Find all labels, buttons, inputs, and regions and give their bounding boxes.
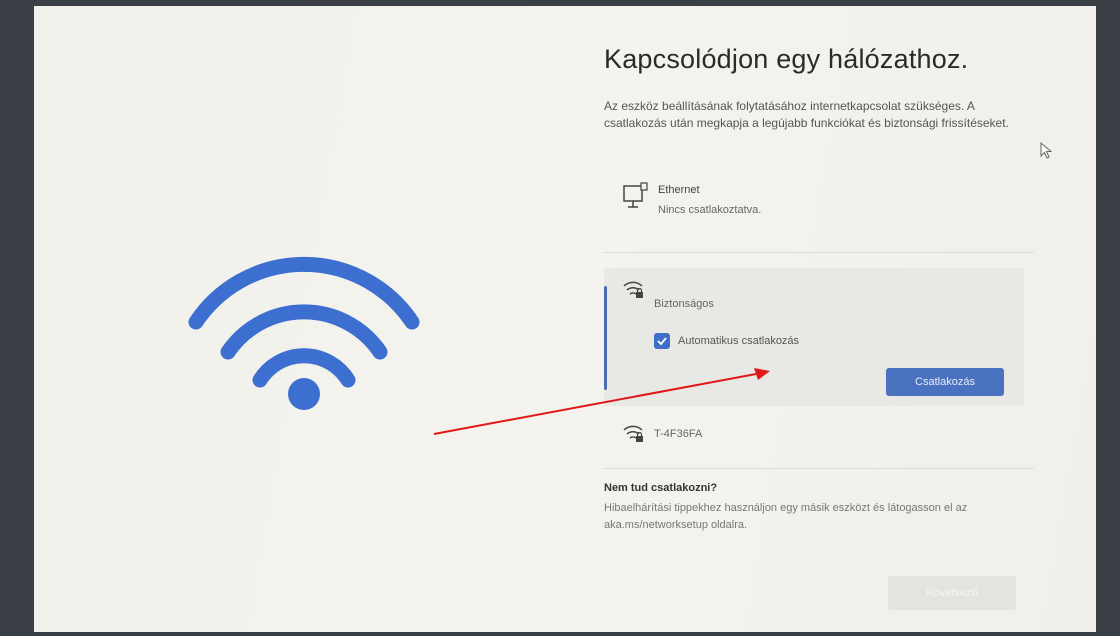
- wifi-secured-icon: [623, 425, 643, 442]
- network-security-label: Biztonságos: [654, 298, 714, 310]
- ethernet-item[interactable]: Ethernet Nincs csatlakoztatva.: [622, 180, 1042, 228]
- network-pane: Kapcsolódjon egy hálózathoz. Az eszköz b…: [598, 6, 1068, 632]
- ethernet-label: Ethernet: [658, 184, 700, 196]
- auto-connect-label: Automatikus csatlakozás: [678, 335, 800, 347]
- checkmark-icon: [657, 337, 667, 346]
- divider: [604, 468, 1034, 469]
- mouse-cursor-icon: [1040, 142, 1053, 159]
- auto-connect-checkbox[interactable]: Automatikus csatlakozás: [654, 332, 799, 350]
- network-item[interactable]: T-4F36FA: [622, 420, 1022, 450]
- checkbox-checked-icon[interactable]: [654, 333, 670, 349]
- connect-button[interactable]: Csatlakozás: [886, 368, 1004, 396]
- network-name: T-4F36FA: [654, 428, 703, 440]
- wifi-illustration-icon: [188, 256, 420, 410]
- divider: [604, 252, 1034, 253]
- setup-screen: Kapcsolódjon egy hálózathoz. Az eszköz b…: [34, 6, 1096, 632]
- selected-network-item[interactable]: Biztonságos Automatikus csatlakozás Csat…: [604, 268, 1024, 406]
- ethernet-icon: [623, 182, 648, 208]
- next-button[interactable]: Következő: [888, 576, 1016, 610]
- selection-indicator: [604, 286, 607, 390]
- ethernet-status: Nincs csatlakoztatva.: [658, 204, 762, 216]
- help-text: Hibaelhárítási tippekhez használjon egy …: [604, 502, 968, 531]
- help-title: Nem tud csatlakozni?: [604, 482, 718, 494]
- page-description: Az eszköz beállításának folytatásához in…: [604, 99, 1009, 130]
- wifi-secured-icon: [623, 281, 643, 298]
- page-title: Kapcsolódjon egy hálózathoz.: [604, 44, 969, 74]
- illustration-pane: [34, 6, 574, 632]
